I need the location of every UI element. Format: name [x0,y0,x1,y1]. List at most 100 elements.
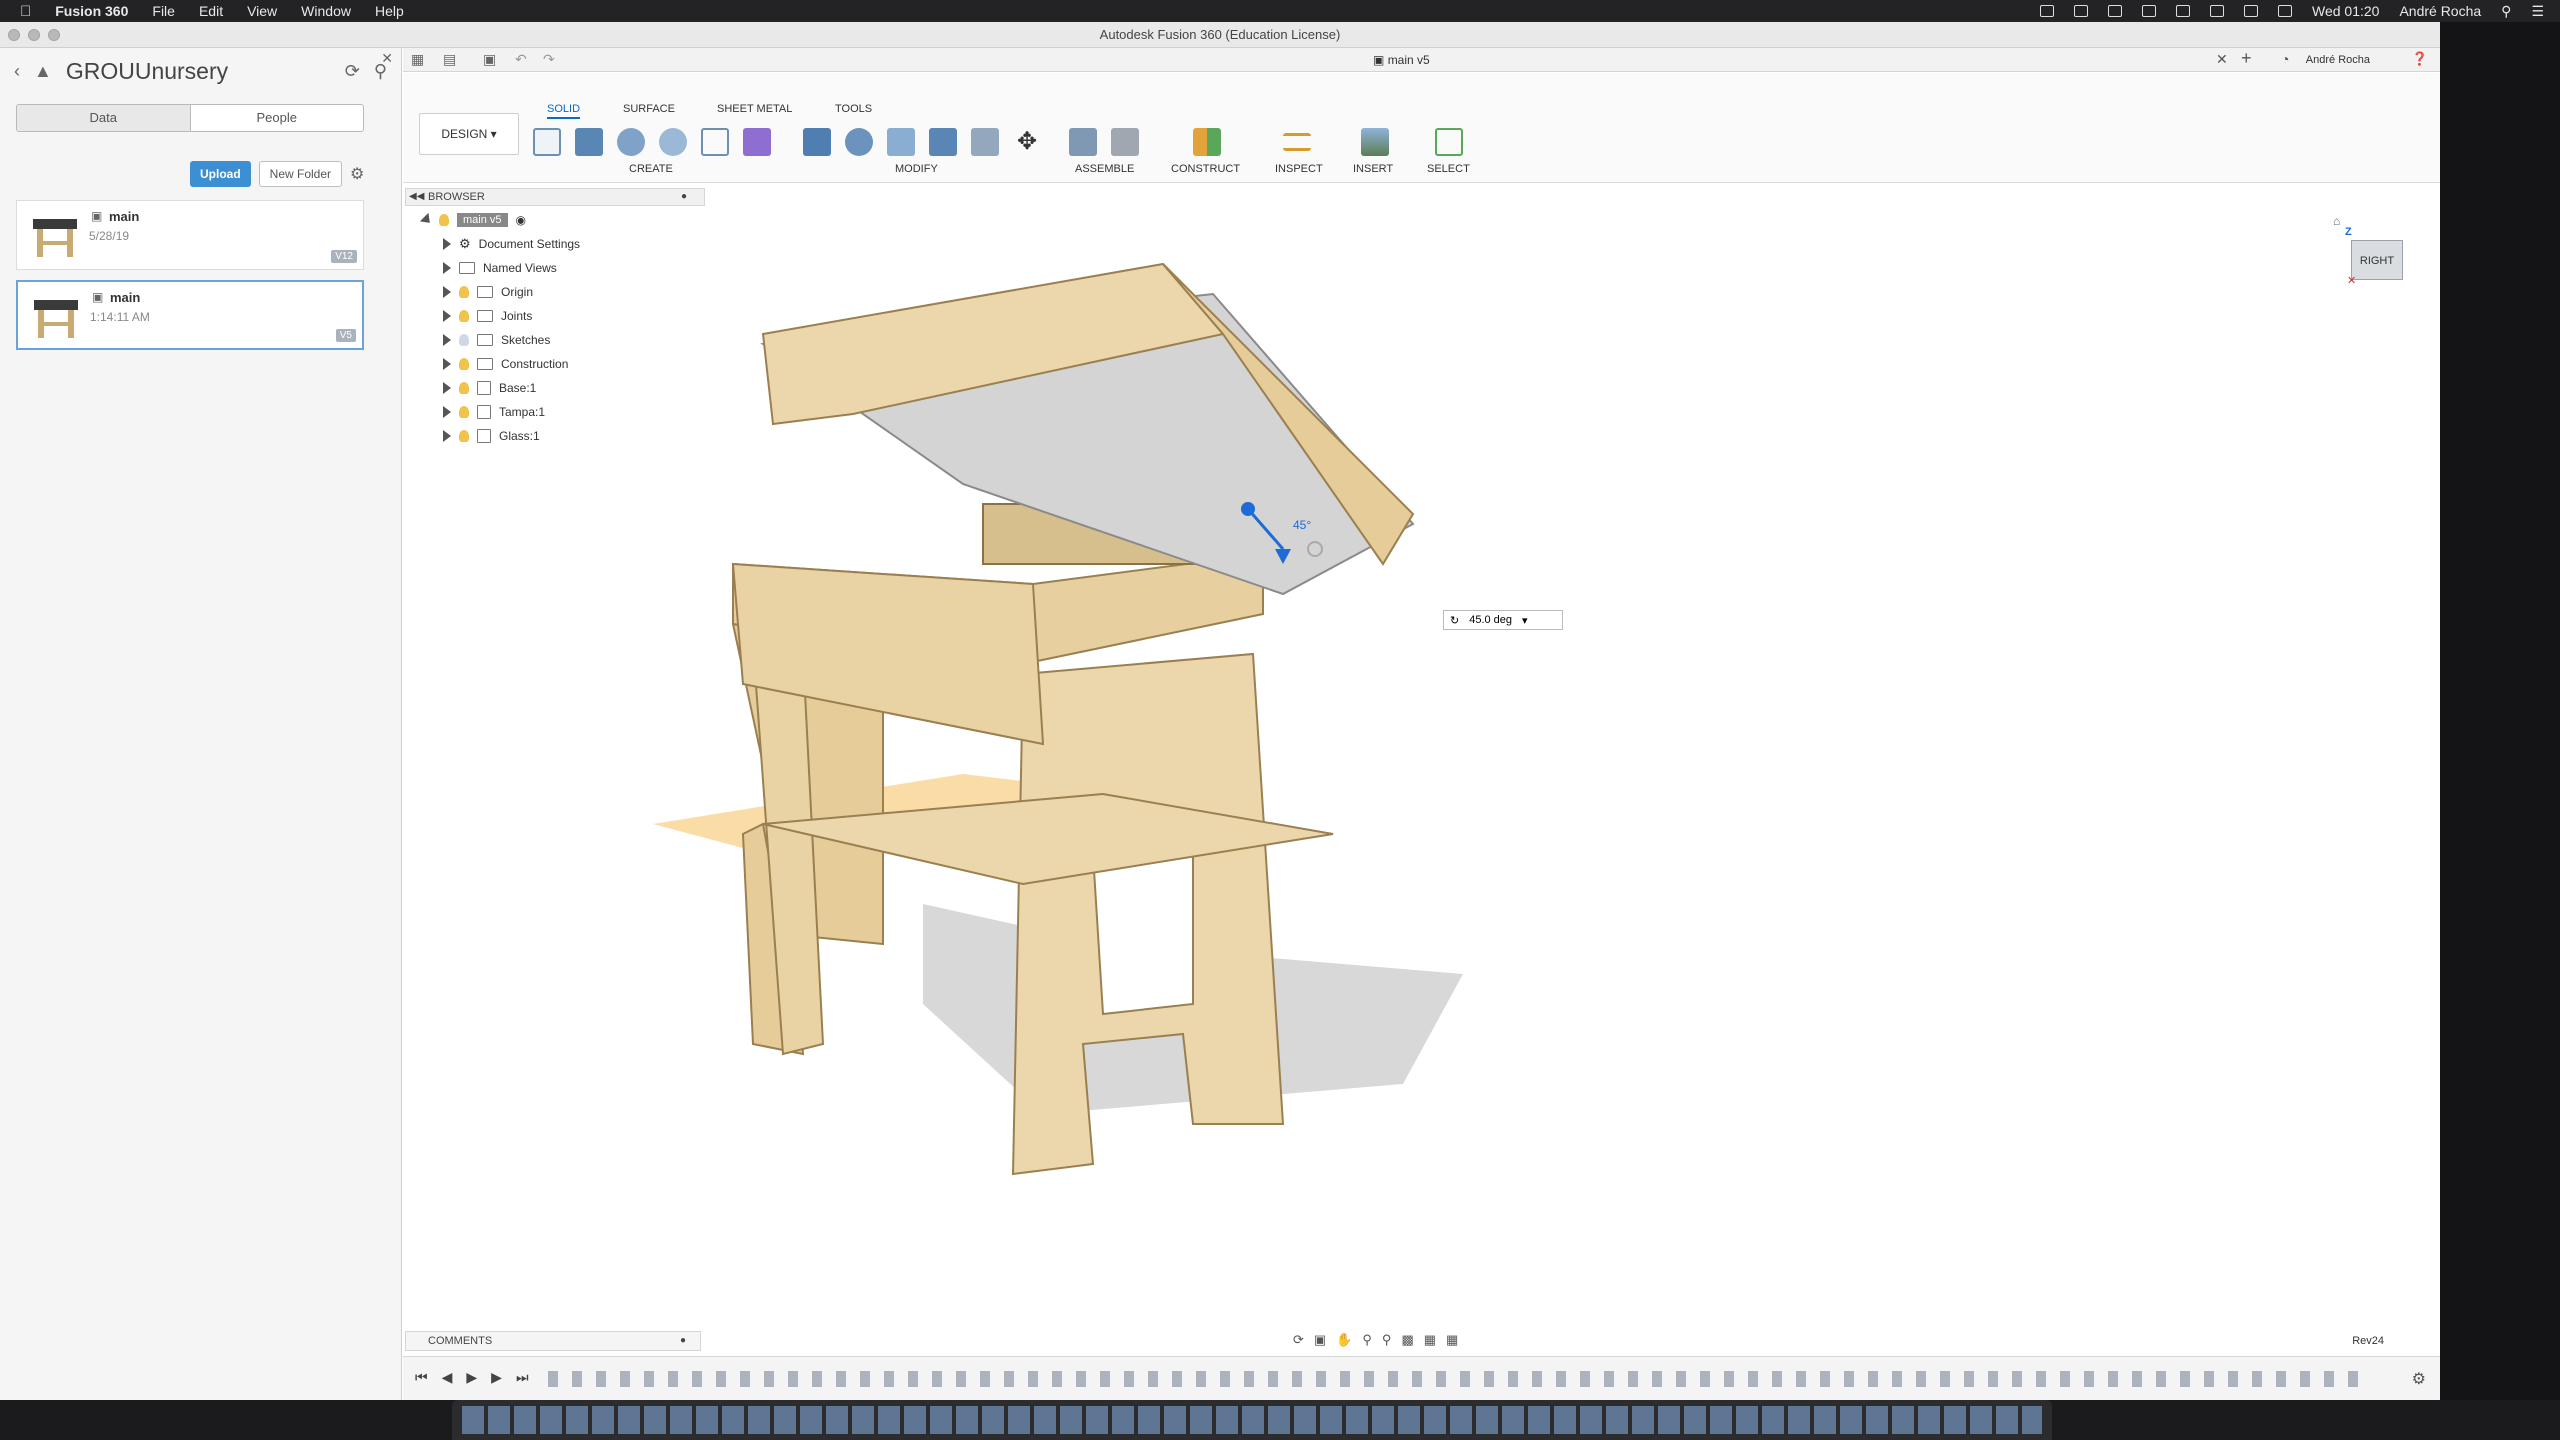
group-construct[interactable]: CONSTRUCT [1171,163,1240,175]
add-comment-icon[interactable]: ● [680,1332,686,1350]
group-modify[interactable]: MODIFY [895,163,938,175]
comments-panel[interactable]: COMMENTS ● [405,1331,701,1351]
browser-node-base[interactable]: Base:1 [443,378,536,398]
group-select[interactable]: SELECT [1427,163,1470,175]
visibility-icon[interactable] [459,382,469,394]
redo-icon[interactable]: ↷ [543,51,555,68]
browser-root[interactable]: main v5 ◉ [419,210,526,230]
tab-surface[interactable]: SURFACE [623,103,675,115]
pin-icon[interactable]: ● [681,189,687,205]
angle-type-icon[interactable]: ↻ [1450,614,1459,627]
menu-window[interactable]: Window [301,3,351,19]
status-icon[interactable] [2107,5,2122,17]
create-sketch-icon[interactable] [533,128,561,156]
model-canvas[interactable]: 45° [403,184,2440,1354]
visibility-icon[interactable] [459,430,469,442]
viewports-icon[interactable]: ▦ [1446,1332,1458,1348]
tab-sheet-metal[interactable]: SHEET METAL [717,103,792,115]
offset-face-icon[interactable] [971,128,999,156]
expand-icon[interactable] [443,334,451,346]
battery-icon[interactable] [2277,5,2292,17]
angle-value[interactable]: 45.0 deg [1469,614,1512,626]
app-menu[interactable]: Fusion 360 [55,3,128,19]
browser-node-construction[interactable]: Construction [443,354,568,374]
save-icon[interactable]: ▣ [483,51,496,68]
sweep-icon[interactable] [659,128,687,156]
help-icon[interactable]: ❓ [2412,51,2428,67]
look-at-icon[interactable]: ▣ [1314,1332,1326,1348]
menu-user[interactable]: André Rocha [2399,3,2481,19]
menu-help[interactable]: Help [375,3,404,19]
home-icon[interactable]: ⌂ [2333,214,2340,228]
tab-data[interactable]: Data [17,105,191,131]
orbit-icon[interactable]: ⟳ [1293,1332,1304,1348]
grid-settings-icon[interactable]: ▦ [1424,1332,1436,1348]
expand-icon[interactable] [443,310,451,322]
user-account[interactable]: André Rocha [2306,48,2370,72]
shell-icon[interactable] [887,128,915,156]
browser-node-named-views[interactable]: Named Views [443,258,557,278]
minimize-window-button[interactable] [28,29,40,41]
expand-icon[interactable] [443,238,451,250]
angle-input[interactable]: ↻ 45.0 deg ▾ [1443,610,1563,630]
back-icon[interactable]: ‹ [14,61,20,82]
clock-icon[interactable] [2175,5,2190,17]
visibility-icon[interactable] [459,358,469,370]
browser-header[interactable]: ◀◀ BROWSER ● [405,188,705,206]
visibility-icon[interactable] [459,334,469,346]
bluetooth-icon[interactable] [2209,5,2224,17]
upload-button[interactable]: Upload [190,161,251,187]
zoom-window-button[interactable] [48,29,60,41]
wifi-icon[interactable] [2243,5,2258,17]
close-tab-icon[interactable]: ✕ [2216,51,2228,68]
rotate-manipulator-handle[interactable] [1241,502,1255,516]
fit-icon[interactable]: ⚲ [1382,1332,1392,1348]
file-item[interactable]: ▣ main 5/28/19 V12 [16,200,364,270]
close-window-button[interactable] [8,29,20,41]
file-item[interactable]: ▣ main 1:14:11 AM V5 [16,280,364,350]
menu-edit[interactable]: Edit [199,3,223,19]
canvas-viewport[interactable]: 45° ↻ 45.0 deg ▾ ⌂ Z RIGHT ✕ [403,184,2440,1354]
move-icon[interactable]: ✥ [1013,128,1041,156]
collapse-icon[interactable]: ◀◀ [409,189,424,205]
construct-plane-icon[interactable] [1193,128,1221,156]
menu-view[interactable]: View [247,3,277,19]
expand-icon[interactable] [443,262,451,274]
step-forward-icon[interactable]: ▶ [491,1369,502,1386]
group-create[interactable]: CREATE [629,163,673,175]
combine-icon[interactable] [929,128,957,156]
measure-icon[interactable] [1283,133,1311,151]
tab-solid[interactable]: SOLID [547,103,581,119]
tab-people[interactable]: People [191,105,364,131]
pan-icon[interactable]: ✋ [1336,1332,1352,1348]
new-folder-button[interactable]: New Folder [258,161,343,187]
browser-node-origin[interactable]: Origin [443,282,533,302]
joint-icon[interactable] [1111,128,1139,156]
tab-tools[interactable]: TOOLS [835,103,872,115]
job-status-icon[interactable]: ◔ [2281,51,2289,67]
zoom-icon[interactable]: ⚲ [1362,1332,1372,1348]
visibility-icon[interactable] [459,310,469,322]
expand-icon[interactable] [419,212,435,228]
go-to-end-icon[interactable]: ⏭ [516,1369,529,1386]
expand-icon[interactable] [443,286,451,298]
status-icon[interactable] [2039,5,2054,17]
browser-node-tampa[interactable]: Tampa:1 [443,402,545,422]
browser-node-joints[interactable]: Joints [443,306,532,326]
revolve-icon[interactable] [617,128,645,156]
go-to-start-icon[interactable]: ⏮ [415,1369,428,1386]
browser-node-document-settings[interactable]: ⚙ Document Settings [443,234,580,254]
fillet-icon[interactable] [845,128,873,156]
group-insert[interactable]: INSERT [1353,163,1393,175]
step-back-icon[interactable]: ◀ [442,1369,453,1386]
close-panel-icon[interactable]: ✕ [381,50,393,67]
status-icon[interactable] [2141,5,2156,17]
press-pull-icon[interactable] [803,128,831,156]
visibility-icon[interactable] [439,214,449,226]
display-settings-icon[interactable]: ▩ [1401,1332,1413,1348]
select-icon[interactable] [1435,128,1463,156]
undo-icon[interactable]: ↶ [515,51,527,68]
document-tab[interactable]: ▣ main v5 [1373,48,1430,72]
browser-node-glass[interactable]: Glass:1 [443,426,540,446]
group-inspect[interactable]: INSPECT [1275,163,1323,175]
